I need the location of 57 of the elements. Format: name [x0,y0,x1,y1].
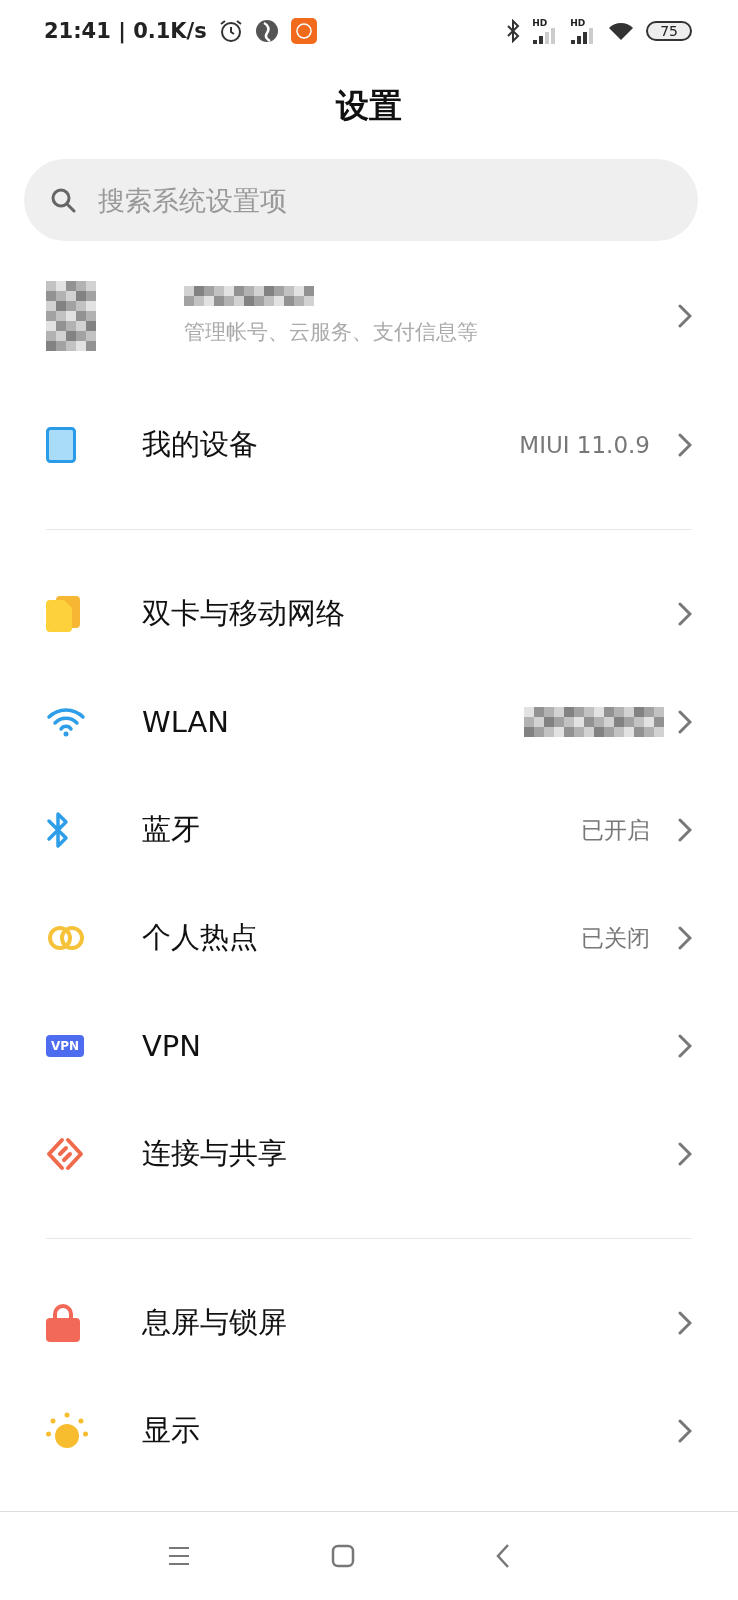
hd-label: HD [570,18,586,28]
settings-item[interactable]: 双卡与移动网络 [0,560,738,668]
bluetooth-icon [46,811,70,849]
home-icon[interactable] [331,1544,355,1568]
globe-icon [254,19,279,43]
wifi-icon [608,21,635,41]
chevron-right-icon [678,1419,692,1443]
search-bar[interactable]: 搜索系统设置项 [24,159,698,241]
settings-item[interactable]: VPN VPN [0,992,738,1100]
vpn-icon: VPN [46,1035,85,1057]
account-subtitle: 管理帐号、云服务、支付信息等 [184,319,478,346]
settings-item[interactable]: 连接与共享 [0,1100,738,1208]
tablet-icon [46,427,76,463]
settings-item[interactable]: 显示 [0,1377,738,1485]
battery-indicator: 75 [646,21,692,41]
item-label: WLAN [142,705,230,739]
hd-label: HD [532,18,548,28]
item-label: 显示 [142,1412,200,1449]
chevron-right-icon [678,1311,692,1335]
chevron-right-icon [678,602,692,626]
item-label: 个人热点 [142,919,258,956]
settings-item[interactable]: 蓝牙 已开启 [0,776,738,884]
sun-icon [46,1412,88,1450]
item-label: 蓝牙 [142,811,200,848]
alarm-clock-icon [218,19,243,43]
item-label: 息屏与锁屏 [142,1304,287,1341]
item-value: 已开启 [581,815,650,845]
settings-item[interactable]: 息屏与锁屏 [0,1269,738,1377]
settings-item[interactable]: 我的设备 MIUI 11.0.9 [0,391,738,499]
item-label: VPN [142,1029,202,1063]
linked-rings-icon [46,925,86,951]
connection-icon [46,1137,84,1171]
item-label: 我的设备 [142,426,258,463]
item-value: MIUI 11.0.9 [519,432,650,458]
menu-icon[interactable] [167,1546,191,1566]
page-title: 设置 [334,85,403,127]
settings-item[interactable]: WLAN [0,668,738,776]
back-icon[interactable] [495,1543,511,1569]
sim-cards-icon [46,596,80,632]
item-label: 连接与共享 [142,1135,287,1172]
chevron-right-icon [678,1142,692,1166]
item-value: 已关闭 [581,923,650,953]
bluetooth-icon [506,19,521,43]
item-label: 双卡与移动网络 [142,595,345,632]
wifi-icon [46,707,86,737]
chevron-right-icon [678,304,692,328]
search-icon [50,187,76,213]
search-field[interactable]: 搜索系统设置项 [96,183,672,217]
chevron-right-icon [678,926,692,950]
chevron-right-icon [678,710,692,734]
status-time-speed: 21:41 | 0.1K/s [44,19,207,43]
chevron-right-icon [678,1034,692,1058]
lock-icon [46,1304,80,1342]
settings-item[interactable]: 个人热点 已关闭 [0,884,738,992]
chevron-right-icon [678,818,692,842]
chevron-right-icon [678,433,692,457]
app-notification-icon [290,18,317,44]
